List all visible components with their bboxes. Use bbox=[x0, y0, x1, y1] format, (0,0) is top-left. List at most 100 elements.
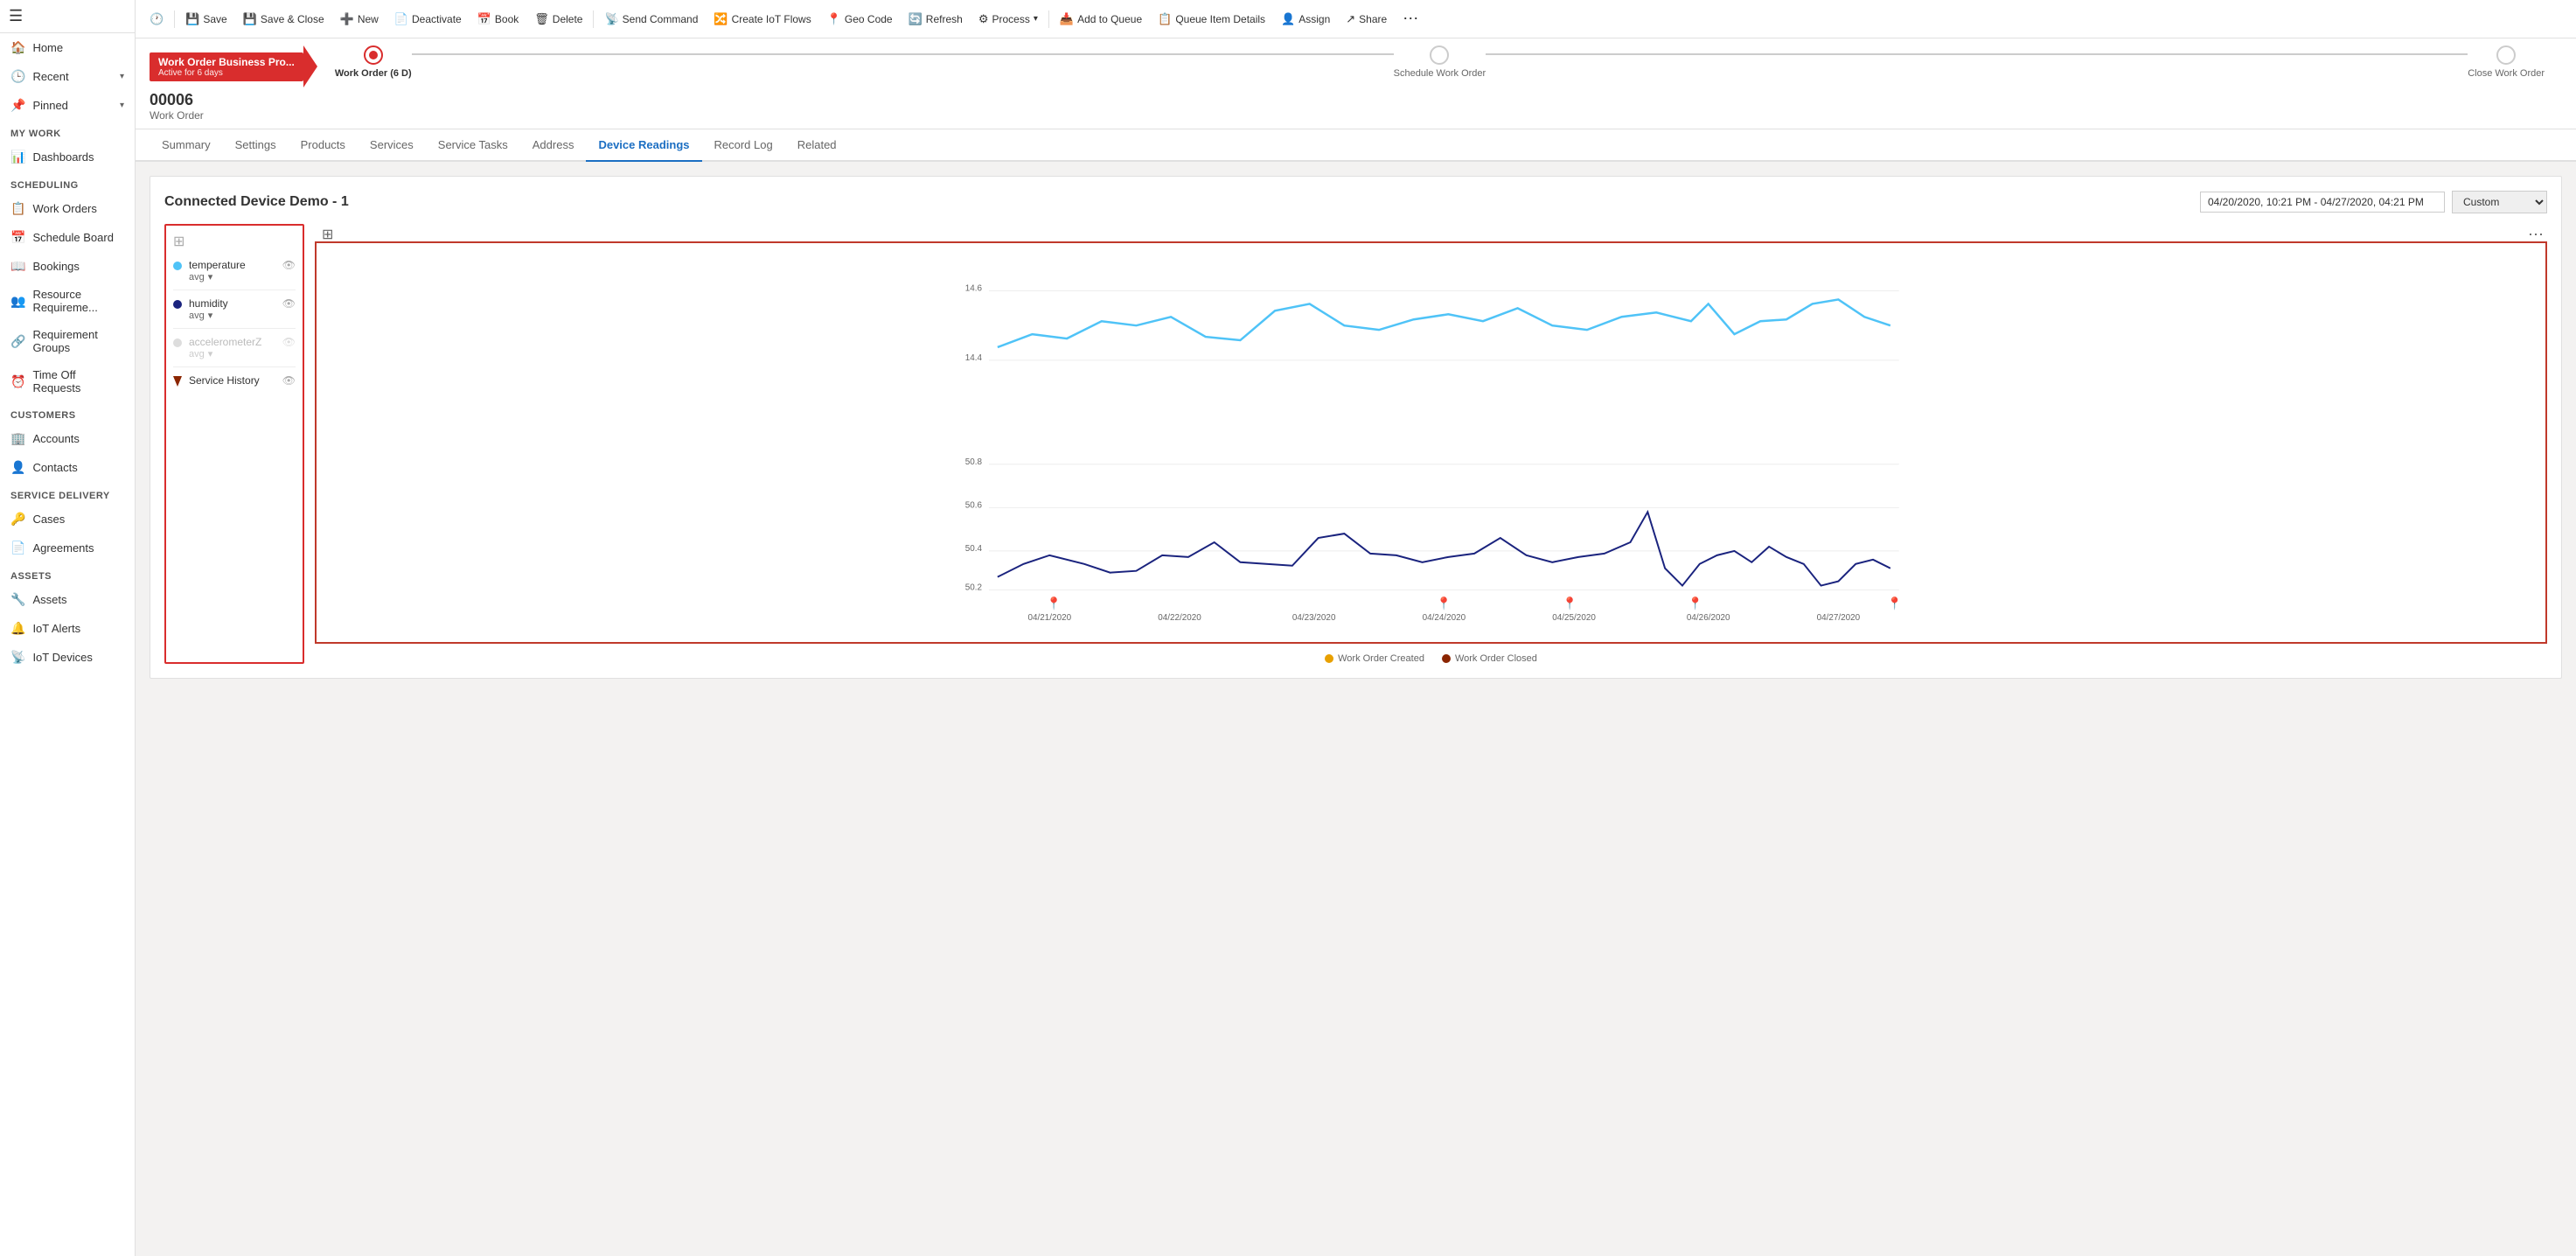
sidebar-item-time-off-requests[interactable]: ⏰ Time Off Requests bbox=[0, 361, 135, 401]
assets-icon: 🔧 bbox=[10, 592, 25, 607]
sidebar-section-customers: Customers bbox=[0, 401, 135, 424]
sidebar-item-recent[interactable]: 🕒 Recent ▾ bbox=[0, 62, 135, 91]
sidebar-item-cases[interactable]: 🔑 Cases bbox=[0, 505, 135, 534]
refresh-button[interactable]: 🔄 Refresh bbox=[902, 7, 970, 31]
sidebar-item-home[interactable]: 🏠 Home bbox=[0, 33, 135, 62]
work-order-closed-label: Work Order Closed bbox=[1455, 653, 1537, 664]
recent-icon: 🕒 bbox=[10, 69, 25, 84]
assign-label: Assign bbox=[1298, 13, 1330, 25]
preset-select[interactable]: Custom Last 7 Days Last 30 Days bbox=[2452, 191, 2547, 213]
deactivate-button[interactable]: 📄 Deactivate bbox=[387, 7, 469, 31]
active-stage-banner[interactable]: Work Order Business Pro... Active for 6 … bbox=[150, 52, 303, 81]
delete-button[interactable]: 🗑 Delete bbox=[527, 7, 589, 31]
chevron-down-icon[interactable]: ▾ bbox=[208, 271, 213, 283]
process-button[interactable]: ⚙ Process ▾ bbox=[971, 7, 1045, 31]
eye-icon[interactable]: 👁 bbox=[282, 374, 296, 387]
new-button[interactable]: ➕ New bbox=[333, 7, 386, 31]
eye-icon[interactable]: 👁 bbox=[282, 297, 296, 310]
new-label: New bbox=[358, 13, 379, 25]
queue-item-details-button[interactable]: 📋 Queue Item Details bbox=[1151, 7, 1272, 31]
step2-label: Schedule Work Order bbox=[1394, 68, 1486, 79]
tab-device-readings[interactable]: Device Readings bbox=[586, 129, 701, 162]
share-button[interactable]: ↗ Share bbox=[1339, 7, 1394, 31]
sidebar-item-contacts[interactable]: 👤 Contacts bbox=[0, 453, 135, 482]
temperature-sub: avg ▾ bbox=[189, 271, 275, 283]
sidebar-item-bookings[interactable]: 📖 Bookings bbox=[0, 252, 135, 281]
pin-icon bbox=[173, 376, 182, 387]
sidebar-item-agreements[interactable]: 📄 Agreements bbox=[0, 534, 135, 562]
book-label: Book bbox=[495, 13, 519, 25]
layers-icon[interactable]: ⊞ bbox=[173, 233, 296, 250]
save-label: Save bbox=[203, 13, 226, 25]
sidebar-item-label: Accounts bbox=[32, 432, 124, 445]
accounts-icon: 🏢 bbox=[10, 431, 25, 446]
tab-services[interactable]: Services bbox=[358, 129, 426, 162]
sidebar-item-label: Assets bbox=[32, 593, 124, 606]
sidebar-item-label: IoT Devices bbox=[32, 651, 124, 664]
tab-related[interactable]: Related bbox=[785, 129, 849, 162]
temperature-label: temperature bbox=[189, 259, 275, 271]
content-area: Connected Device Demo - 1 Custom Last 7 … bbox=[136, 162, 2576, 1256]
legend-item-accelerometerz: accelerometerZ avg ▾ 👁 bbox=[173, 332, 296, 363]
work-orders-icon: 📋 bbox=[10, 201, 25, 216]
svg-text:04/26/2020: 04/26/2020 bbox=[1687, 613, 1730, 623]
chevron-down-icon: ▾ bbox=[120, 72, 124, 81]
sidebar-item-iot-alerts[interactable]: 🔔 IoT Alerts bbox=[0, 614, 135, 643]
sidebar-item-schedule-board[interactable]: 📅 Schedule Board bbox=[0, 223, 135, 252]
tab-products[interactable]: Products bbox=[289, 129, 358, 162]
tab-record-log[interactable]: Record Log bbox=[702, 129, 785, 162]
sidebar-item-pinned[interactable]: 📌 Pinned ▾ bbox=[0, 91, 135, 120]
sidebar-item-dashboards[interactable]: 📊 Dashboards bbox=[0, 143, 135, 171]
step3-label: Close Work Order bbox=[2468, 68, 2545, 79]
sidebar-item-label: Resource Requireme... bbox=[32, 288, 124, 314]
tab-summary[interactable]: Summary bbox=[150, 129, 223, 162]
eye-icon[interactable]: 👁 bbox=[282, 336, 296, 348]
chevron-down-icon[interactable]: ▾ bbox=[208, 310, 213, 321]
eye-icon[interactable]: 👁 bbox=[282, 259, 296, 271]
create-iot-flows-button[interactable]: 🔀 Create IoT Flows bbox=[707, 7, 818, 31]
chart-card: Connected Device Demo - 1 Custom Last 7 … bbox=[150, 176, 2562, 679]
save-button[interactable]: 💾 Save bbox=[178, 7, 234, 31]
accelerometerz-sub: avg ▾ bbox=[189, 348, 275, 359]
tab-settings[interactable]: Settings bbox=[223, 129, 289, 162]
date-range-input[interactable] bbox=[2200, 192, 2445, 213]
sidebar-item-assets[interactable]: 🔧 Assets bbox=[0, 585, 135, 614]
save-close-label: Save & Close bbox=[261, 13, 324, 25]
svg-text:📍: 📍 bbox=[1887, 596, 1902, 611]
more-button[interactable]: ⋯ bbox=[1396, 4, 1425, 33]
save-close-button[interactable]: 💾 Save & Close bbox=[236, 7, 331, 31]
tab-address[interactable]: Address bbox=[520, 129, 587, 162]
iot-alerts-icon: 🔔 bbox=[10, 621, 25, 636]
req-groups-icon: 🔗 bbox=[10, 334, 25, 349]
sidebar-item-requirement-groups[interactable]: 🔗 Requirement Groups bbox=[0, 321, 135, 361]
history-button[interactable]: 🕐 bbox=[143, 7, 171, 31]
queue-item-details-icon: 📋 bbox=[1158, 12, 1172, 26]
geo-code-icon: 📍 bbox=[827, 12, 841, 26]
chart-layers-icon[interactable]: ⊞ bbox=[322, 226, 333, 243]
add-to-queue-button[interactable]: 📥 Add to Queue bbox=[1053, 7, 1149, 31]
sidebar-item-label: Work Orders bbox=[32, 202, 124, 215]
book-button[interactable]: 📅 Book bbox=[470, 7, 526, 31]
sidebar-item-accounts[interactable]: 🏢 Accounts bbox=[0, 424, 135, 453]
tab-service-tasks[interactable]: Service Tasks bbox=[426, 129, 520, 162]
legend-panel: ⊞ temperature avg ▾ 👁 bbox=[164, 224, 304, 664]
legend-item-service-history: Service History 👁 bbox=[173, 371, 296, 390]
chart-more-icon[interactable]: ⋯ bbox=[2528, 226, 2544, 244]
send-command-button[interactable]: 📡 Send Command bbox=[597, 7, 705, 31]
legend-info-temperature: temperature avg ▾ bbox=[189, 259, 275, 283]
geo-code-button[interactable]: 📍 Geo Code bbox=[820, 7, 900, 31]
chevron-down-icon[interactable]: ▾ bbox=[208, 348, 213, 359]
queue-item-details-label: Queue Item Details bbox=[1175, 13, 1265, 25]
resource-icon: 👥 bbox=[10, 294, 25, 309]
sidebar-item-iot-devices[interactable]: 📡 IoT Devices bbox=[0, 643, 135, 672]
main-area: 🕐 💾 Save 💾 Save & Close ➕ New 📄 Deactiva… bbox=[136, 0, 2576, 1256]
sidebar-item-resource-requirements[interactable]: 👥 Resource Requireme... bbox=[0, 281, 135, 321]
hamburger-icon[interactable]: ☰ bbox=[9, 7, 23, 24]
stage-title: Work Order Business Pro... bbox=[158, 56, 295, 68]
assign-button[interactable]: 👤 Assign bbox=[1274, 7, 1337, 31]
sidebar: ☰ 🏠 Home 🕒 Recent ▾ 📌 Pinned ▾ My Work 📊… bbox=[0, 0, 136, 1256]
legend-item-temperature: temperature avg ▾ 👁 bbox=[173, 255, 296, 286]
svg-text:50.4: 50.4 bbox=[965, 544, 983, 554]
agreements-icon: 📄 bbox=[10, 541, 25, 555]
sidebar-item-work-orders[interactable]: 📋 Work Orders bbox=[0, 194, 135, 223]
